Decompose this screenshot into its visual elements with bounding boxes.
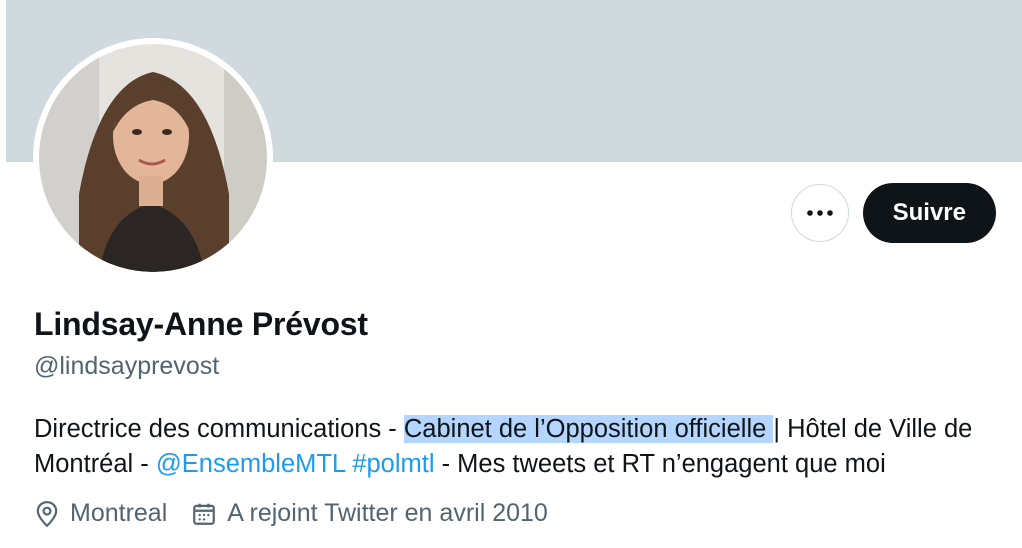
location-pin-icon: [36, 500, 58, 527]
mention-link[interactable]: @EnsembleMTL: [156, 450, 345, 478]
avatar[interactable]: [33, 38, 273, 278]
profile-name: Lindsay-Anne Prévost: [34, 306, 368, 342]
bio-highlighted-text: Cabinet de l’Opposition officielle: [403, 415, 774, 443]
joined-item: A rejoint Twitter en avril 2010: [191, 499, 548, 528]
profile-meta: Montreal A rejoint Twitter en avril 2010: [34, 499, 572, 528]
profile-bio: Directrice des communications - Cabinet …: [34, 412, 1009, 482]
hashtag-link[interactable]: #polmtl: [352, 450, 434, 478]
more-options-button[interactable]: [790, 184, 849, 242]
location-item: Montreal: [34, 499, 167, 528]
more-horizontal-icon: [806, 210, 833, 216]
follow-button[interactable]: Suivre: [862, 183, 996, 243]
bio-text: - Mes tweets et RT n’engagent que moi: [434, 450, 886, 478]
profile-page: Suivre Lindsay-Anne Prévost @lindsayprev…: [0, 0, 1022, 548]
joined-label: A rejoint Twitter en avril 2010: [227, 499, 548, 527]
profile-handle: @lindsayprevost: [34, 352, 220, 380]
avatar-photo: [39, 44, 267, 272]
location-label: Montreal: [70, 499, 168, 527]
calendar-icon: [193, 503, 216, 525]
profile-actions: Suivre: [790, 183, 996, 243]
bio-text: Directrice des communications -: [34, 415, 404, 443]
